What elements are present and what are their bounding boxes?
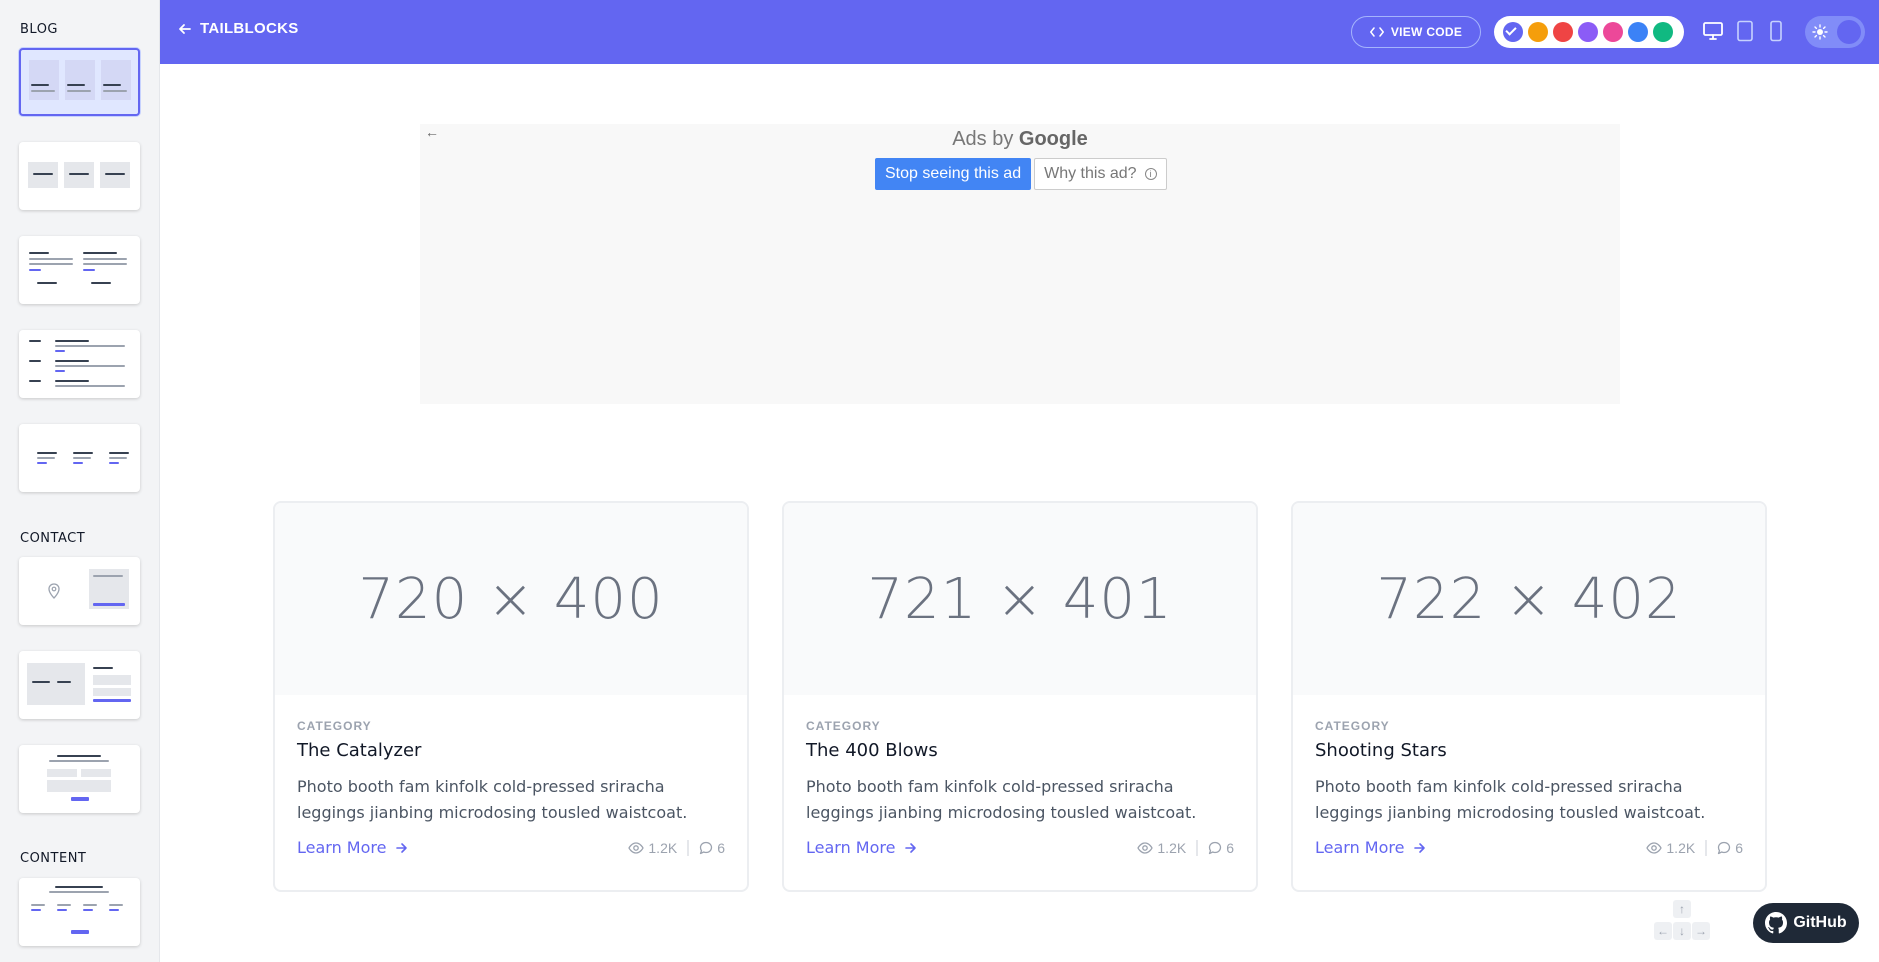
card-description: Photo booth fam kinfolk cold-pressed sri… [1315, 777, 1706, 822]
swatch-blue[interactable] [1628, 22, 1648, 42]
toggle-knob [1837, 20, 1861, 44]
stop-seeing-ad-button[interactable]: Stop seeing this ad [875, 158, 1032, 190]
blog-card: 720 × 400 CATEGORY The Catalyzer Photo b… [273, 501, 749, 892]
theme-toggle[interactable] [1805, 16, 1865, 48]
github-icon [1765, 912, 1788, 934]
sidebar-thumb-contact-b[interactable] [19, 651, 140, 719]
views-count: 1.2K [1646, 839, 1708, 856]
color-swatch-picker [1494, 16, 1684, 48]
sun-icon [1812, 24, 1828, 40]
arrow-right-icon [905, 842, 917, 853]
card-title: The 400 Blows [806, 740, 938, 761]
code-icon [1369, 27, 1384, 37]
learn-more-link[interactable]: Learn More [1315, 838, 1426, 857]
back-label: TAILBLOCKS [200, 20, 299, 37]
eye-icon [1646, 841, 1663, 854]
arrow-left-icon [179, 23, 191, 34]
views-count: 1.2K [1137, 839, 1199, 856]
ad-container: ← Ads by Google Stop seeing this ad Why … [420, 124, 1620, 404]
arrow-right-icon [396, 842, 408, 853]
comments-count: 6 [689, 840, 725, 856]
github-label: GitHub [1793, 914, 1847, 931]
arrow-down-icon[interactable]: ↓ [1673, 922, 1691, 940]
tablet-view-icon[interactable] [1736, 20, 1754, 42]
sidebar: BLOG CONTACT CONTENT [0, 0, 160, 962]
card-description: Photo booth fam kinfolk cold-pressed sri… [806, 777, 1197, 822]
swatch-pink[interactable] [1603, 22, 1623, 42]
mobile-view-icon[interactable] [1768, 20, 1784, 42]
card-title: The Catalyzer [297, 740, 422, 761]
eye-icon [1137, 841, 1154, 854]
view-code-button[interactable]: VIEW CODE [1351, 16, 1481, 48]
sidebar-thumb-blog-b[interactable] [19, 142, 140, 210]
info-icon: i [1144, 168, 1157, 180]
top-bar: TAILBLOCKS VIEW CODE [160, 0, 1879, 64]
map-pin-icon [48, 583, 60, 599]
card-image-placeholder: 721 × 401 [784, 503, 1256, 695]
card-title: Shooting Stars [1315, 740, 1447, 761]
learn-more-link[interactable]: Learn More [806, 838, 917, 857]
sidebar-thumb-blog-a[interactable] [19, 48, 140, 116]
card-category: CATEGORY [297, 719, 372, 733]
eye-icon [628, 841, 645, 854]
comment-icon [1209, 841, 1222, 854]
swatch-indigo[interactable] [1503, 22, 1523, 42]
comment-icon [700, 841, 713, 854]
card-description: Photo booth fam kinfolk cold-pressed sri… [297, 777, 688, 822]
arrow-right-icon [1414, 842, 1426, 853]
sidebar-thumb-contact-a[interactable] [19, 557, 140, 625]
sidebar-thumb-content-a[interactable] [19, 878, 140, 946]
swatch-purple[interactable] [1578, 22, 1598, 42]
comments-count: 6 [1707, 840, 1743, 856]
sidebar-section-blog: BLOG [20, 22, 59, 37]
back-to-tailblocks-link[interactable]: TAILBLOCKS [178, 20, 299, 37]
github-button[interactable]: GitHub [1753, 903, 1859, 943]
sidebar-section-contact: CONTACT [20, 531, 86, 546]
comment-icon [1718, 841, 1731, 854]
view-code-label: VIEW CODE [1390, 25, 1463, 39]
comments-count: 6 [1198, 840, 1234, 856]
swatch-red[interactable] [1553, 22, 1573, 42]
sidebar-section-content: CONTENT [20, 851, 87, 866]
desktop-view-icon[interactable] [1702, 20, 1724, 42]
arrow-right-icon[interactable]: → [1692, 922, 1710, 940]
card-image-placeholder: 720 × 400 [275, 503, 747, 695]
sidebar-thumb-contact-c[interactable] [19, 745, 140, 813]
arrow-up-icon[interactable]: ↑ [1673, 900, 1691, 918]
card-image-placeholder: 722 × 402 [1293, 503, 1765, 695]
card-category: CATEGORY [1315, 719, 1390, 733]
blog-card: 721 × 401 CATEGORY The 400 Blows Photo b… [782, 501, 1258, 892]
sidebar-thumb-blog-d[interactable] [19, 330, 140, 398]
why-this-ad-button[interactable]: Why this ad? i [1034, 158, 1167, 190]
blog-card: 722 × 402 CATEGORY Shooting Stars Photo … [1291, 501, 1767, 892]
keyboard-nav-arrows: ↑ ← ↓ → [1654, 900, 1710, 948]
why-this-ad-label: Why this ad? [1044, 165, 1137, 182]
views-count: 1.2K [628, 839, 690, 856]
swatch-yellow[interactable] [1528, 22, 1548, 42]
learn-more-link[interactable]: Learn More [297, 838, 408, 857]
swatch-green[interactable] [1653, 22, 1673, 42]
ads-by-google: Ads by Google [952, 128, 1088, 150]
arrow-left-icon[interactable]: ← [1654, 922, 1672, 940]
sidebar-thumb-blog-e[interactable] [19, 424, 140, 492]
card-category: CATEGORY [806, 719, 881, 733]
sidebar-thumb-blog-c[interactable] [19, 236, 140, 304]
